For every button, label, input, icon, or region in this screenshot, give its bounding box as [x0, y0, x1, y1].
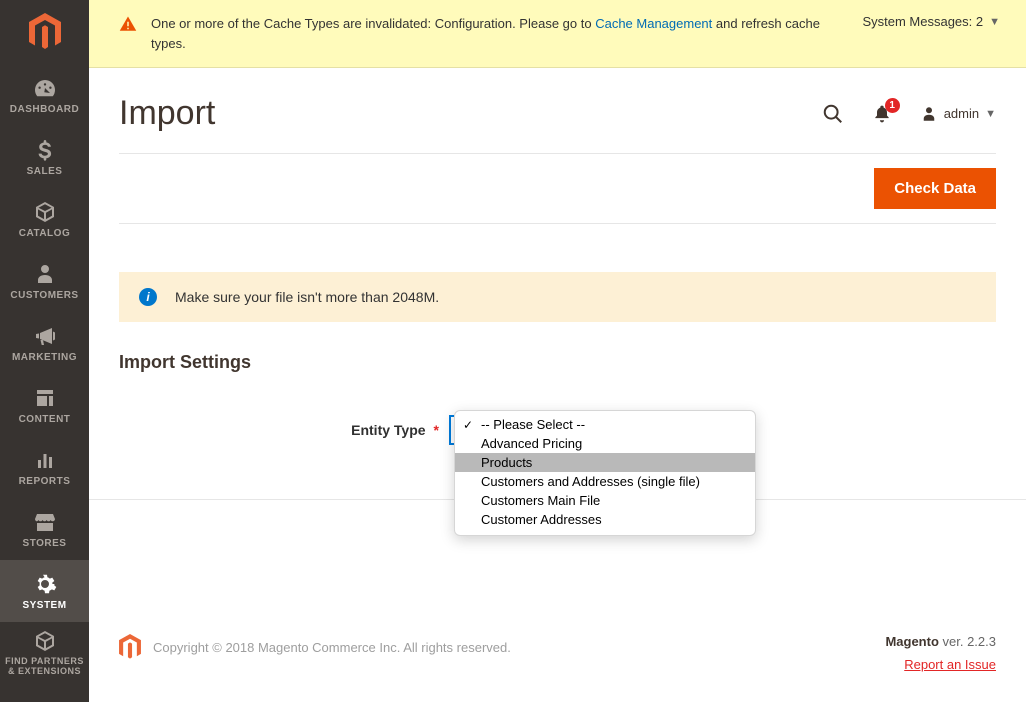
reports-icon [33, 448, 57, 472]
account-menu[interactable]: admin ▼ [920, 105, 996, 123]
entity-type-row: Entity Type * -- Please Select -- -- Ple… [119, 415, 996, 445]
system-messages-toggle[interactable]: System Messages: 2 ▼ [862, 14, 1000, 29]
sales-icon [33, 138, 57, 162]
entity-type-option-customers-main[interactable]: Customers Main File [455, 491, 755, 510]
version-number: 2.2.3 [967, 634, 996, 649]
sidebar-label: CUSTOMERS [10, 290, 78, 301]
sidebar-item-system[interactable]: SYSTEM [0, 560, 89, 622]
system-icon [33, 572, 57, 596]
chevron-down-icon: ▼ [985, 108, 996, 120]
system-message-prefix: One or more of the Cache Types are inval… [151, 16, 595, 31]
sidebar-item-stores[interactable]: STORES [0, 498, 89, 560]
notice-text: Make sure your file isn't more than 2048… [175, 289, 439, 305]
entity-type-option-customers-single[interactable]: Customers and Addresses (single file) [455, 472, 755, 491]
dashboard-icon [33, 76, 57, 100]
sidebar-item-find-partners[interactable]: FIND PARTNERS & EXTENSIONS [0, 622, 89, 684]
entity-type-option-customer-addresses[interactable]: Customer Addresses [455, 510, 755, 529]
customers-icon [33, 262, 57, 286]
version-prefix: ver. [939, 634, 967, 649]
page-footer: Copyright © 2018 Magento Commerce Inc. A… [89, 610, 1026, 702]
page-title: Import [119, 94, 215, 133]
copyright-text: Copyright © 2018 Magento Commerce Inc. A… [153, 640, 511, 655]
find-partners-icon [33, 629, 57, 653]
check-data-button[interactable]: Check Data [874, 168, 996, 209]
catalog-icon [33, 200, 57, 224]
sidebar-label: CATALOG [19, 228, 70, 239]
sidebar-item-dashboard[interactable]: DASHBOARD [0, 64, 89, 126]
sidebar-label: STORES [23, 538, 67, 549]
entity-type-dropdown: -- Please Select -- Advanced Pricing Pro… [454, 410, 756, 536]
sidebar-label: SALES [27, 166, 63, 177]
notification-badge: 1 [885, 98, 900, 113]
sidebar-item-sales[interactable]: SALES [0, 126, 89, 188]
info-icon: i [139, 288, 157, 306]
system-message-text: One or more of the Cache Types are inval… [151, 14, 848, 53]
user-icon [920, 105, 938, 123]
entity-type-option-products[interactable]: Products [455, 453, 755, 472]
entity-type-option-advanced-pricing[interactable]: Advanced Pricing [455, 434, 755, 453]
main-content: One or more of the Cache Types are inval… [89, 0, 1026, 702]
content-icon [33, 386, 57, 410]
sidebar-label: MARKETING [12, 352, 77, 363]
search-icon [822, 103, 844, 125]
notifications-button[interactable]: 1 [872, 104, 892, 124]
report-issue-link[interactable]: Report an Issue [885, 657, 996, 672]
action-bar: Check Data [119, 153, 996, 224]
account-name: admin [944, 106, 979, 121]
import-settings-heading: Import Settings [119, 352, 996, 373]
product-name: Magento [885, 634, 938, 649]
admin-sidebar: DASHBOARD SALES CATALOG CUSTOMERS MARKET… [0, 0, 89, 702]
sidebar-label: DASHBOARD [10, 104, 80, 115]
sidebar-label: CONTENT [19, 414, 71, 425]
entity-type-label: Entity Type [351, 422, 425, 438]
sidebar-item-reports[interactable]: REPORTS [0, 436, 89, 498]
version-text: Magento ver. 2.2.3 [885, 634, 996, 649]
required-asterisk: * [434, 422, 439, 438]
page-header: Import 1 admin [119, 68, 996, 153]
system-messages-count: System Messages: 2 [862, 14, 983, 29]
sidebar-item-customers[interactable]: CUSTOMERS [0, 250, 89, 312]
sidebar-label: FIND PARTNERS & EXTENSIONS [4, 657, 85, 677]
warning-icon [119, 15, 137, 33]
marketing-icon [33, 324, 57, 348]
sidebar-item-content[interactable]: CONTENT [0, 374, 89, 436]
magento-footer-icon [119, 634, 141, 660]
system-message-bar: One or more of the Cache Types are inval… [89, 0, 1026, 68]
sidebar-item-marketing[interactable]: MARKETING [0, 312, 89, 374]
search-button[interactable] [822, 103, 844, 125]
sidebar-label: REPORTS [19, 476, 71, 487]
sidebar-item-catalog[interactable]: CATALOG [0, 188, 89, 250]
file-size-notice: i Make sure your file isn't more than 20… [119, 272, 996, 322]
cache-management-link[interactable]: Cache Management [595, 16, 712, 31]
stores-icon [33, 510, 57, 534]
chevron-down-icon: ▼ [989, 16, 1000, 28]
entity-type-option-please-select[interactable]: -- Please Select -- [455, 415, 755, 434]
magento-logo[interactable] [0, 0, 89, 64]
sidebar-label: SYSTEM [22, 600, 66, 611]
magento-logo-icon [29, 13, 61, 51]
header-tools: 1 admin ▼ [822, 103, 996, 125]
